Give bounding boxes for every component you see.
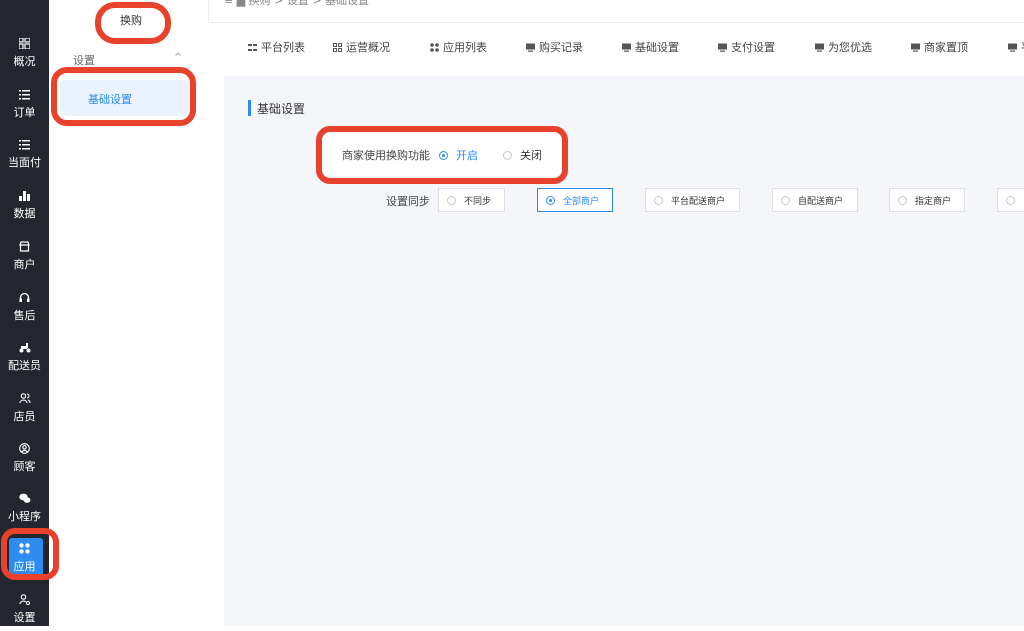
nav-overview[interactable]: 概况 <box>0 31 49 75</box>
bar-chart-icon <box>19 189 31 201</box>
wechat-icon <box>18 492 31 504</box>
list-icon <box>19 88 31 100</box>
radio-indicator <box>546 195 555 205</box>
sync-label: 设置同步 <box>386 195 430 208</box>
monitor-icon <box>815 43 824 52</box>
list-icon <box>19 138 31 150</box>
app-name: 换购 <box>107 12 155 30</box>
radio-indicator <box>781 195 790 205</box>
breadcrumb[interactable]: ≡ ▆ 换购 > 设置 > 基础设置 <box>224 0 369 8</box>
dashboard-icon <box>19 37 31 49</box>
tab-purchase-records[interactable]: 购买记录 <box>526 39 583 55</box>
radio-indicator <box>654 195 663 205</box>
scooter-icon <box>19 341 31 353</box>
nav-orders[interactable]: 订单 <box>0 82 49 126</box>
nav-after-sales[interactable]: 售后 <box>0 285 49 329</box>
tab-recommended[interactable]: 为您优选 <box>815 39 872 55</box>
dashboard-icon <box>333 42 342 52</box>
func-label: 商家使用换购功能 <box>342 149 430 162</box>
sync-option-self-delivery[interactable]: 自配送商户 <box>772 188 858 212</box>
users-icon <box>18 392 31 404</box>
monitor-icon <box>911 43 920 52</box>
monitor-icon <box>718 43 727 52</box>
nav-customers[interactable]: 顾客 <box>0 436 49 480</box>
title-accent-bar <box>248 100 251 116</box>
sidebar-section-settings[interactable]: 设置 <box>73 52 95 68</box>
apps-icon <box>19 542 31 554</box>
radio-off-indicator <box>503 150 512 160</box>
tab-operation-overview[interactable]: 运营概况 <box>333 39 390 55</box>
page-title: 基础设置 <box>257 102 306 116</box>
radio-indicator <box>447 195 456 205</box>
radio-indicator <box>898 195 907 205</box>
nav-apps[interactable]: 应用 <box>0 536 49 580</box>
tab-merchant-pin[interactable]: 商家置顶 <box>911 39 968 55</box>
sync-option-none[interactable]: 不同步 <box>438 188 505 212</box>
store-icon <box>19 240 31 252</box>
user-circle-icon <box>19 442 31 454</box>
radio-func-on[interactable]: 开启 <box>439 147 478 163</box>
headset-icon <box>19 291 31 303</box>
sync-option-platform-delivery[interactable]: 平台配送商户 <box>645 188 740 212</box>
nav-merchants[interactable]: 商户 <box>0 234 49 278</box>
tab-app-list[interactable]: 应用列表 <box>430 39 487 55</box>
radio-indicator <box>1006 195 1015 205</box>
tab-platform-more[interactable]: 平 <box>1008 39 1024 55</box>
sync-option-all-merchants[interactable]: 全部商户 <box>537 188 613 212</box>
nav-data[interactable]: 数据 <box>0 183 49 227</box>
nav-face-pay[interactable]: 当面付 <box>0 132 49 176</box>
nav-clerks[interactable]: 店员 <box>0 386 49 430</box>
sync-option-specified[interactable]: 指定商户 <box>889 188 965 212</box>
tab-payment-settings[interactable]: 支付设置 <box>718 39 775 55</box>
nav-settings[interactable]: 设置 <box>0 587 49 631</box>
list-icon <box>248 43 257 51</box>
tab-basic-settings[interactable]: 基础设置 <box>622 39 679 55</box>
user-gear-icon <box>19 593 31 605</box>
tab-platform-list[interactable]: 平台列表 <box>248 39 305 55</box>
radio-on-indicator <box>439 150 448 160</box>
nav-mini-program[interactable]: 小程序 <box>0 486 49 530</box>
nav-couriers[interactable]: 配送员 <box>0 335 49 379</box>
tab-bar: 平台列表 运营概况 应用列表 购买记录 基础设置 支付设置 为您优选 商家置顶 … <box>208 22 1024 64</box>
chevron-up-icon[interactable]: ^ <box>174 52 182 63</box>
monitor-icon <box>1008 43 1017 52</box>
radio-func-off[interactable]: 关闭 <box>503 147 542 163</box>
monitor-icon <box>622 43 631 52</box>
sidebar-item-basic-settings[interactable]: 基础设置 <box>60 80 190 116</box>
monitor-icon <box>526 43 535 52</box>
apps-icon <box>430 42 439 52</box>
sync-option-more[interactable] <box>997 188 1024 212</box>
main-nav-rail: 概况 订单 当面付 数据 商户 售后 配送员 店员 顾客 小程序 应用 设置 <box>0 0 49 626</box>
